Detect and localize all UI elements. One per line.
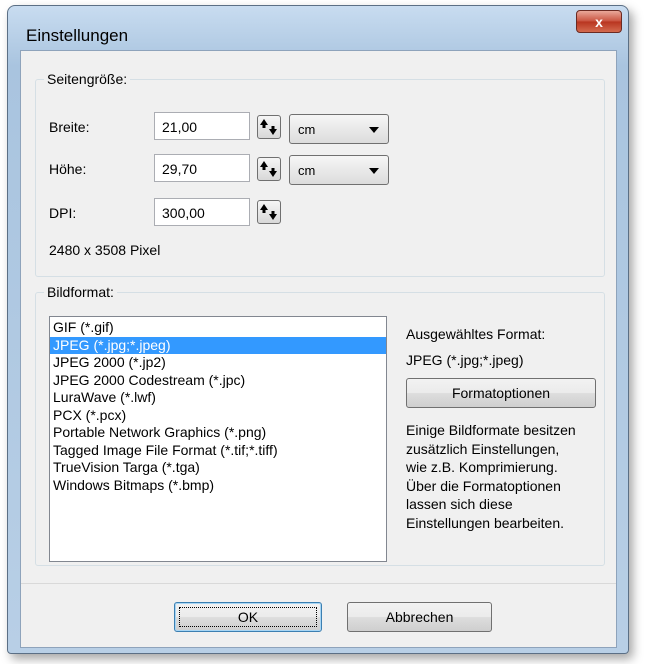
format-list-item[interactable]: PCX (*.pcx) [50, 407, 386, 425]
format-list-item[interactable]: Portable Network Graphics (*.png) [50, 424, 386, 442]
format-options-label: Formatoptionen [451, 385, 551, 401]
format-list[interactable]: GIF (*.gif) JPEG (*.jpg;*.jpeg) JPEG 2000 … [49, 316, 387, 562]
height-spinner[interactable] [257, 157, 281, 181]
width-unit-value: cm [298, 122, 316, 137]
format-hint-line: Einstellungen bearbeiten. [406, 514, 565, 531]
footer-separator [21, 583, 616, 584]
focus-rect [179, 607, 317, 627]
close-button[interactable]: x [576, 10, 622, 33]
cancel-label: Abbrechen [385, 609, 454, 625]
pixel-size-info: 2480 x 3508 Pixel [49, 242, 161, 258]
width-field[interactable]: 21,00 [154, 112, 250, 140]
height-label: Höhe: [49, 161, 87, 177]
width-unit-select[interactable]: cm [289, 114, 389, 144]
window-title: Einstellungen [26, 26, 129, 45]
width-label: Breite: [49, 119, 90, 135]
title-bar[interactable]: Einstellungen x [8, 6, 628, 50]
format-list-item[interactable]: TrueVision Targa (*.tga) [50, 459, 386, 477]
selected-format-value: JPEG (*.jpg;*.jpeg) [406, 352, 524, 368]
height-field[interactable]: 29,70 [154, 154, 250, 182]
ok-button[interactable]: OK [174, 602, 322, 632]
width-spinner[interactable] [257, 115, 281, 139]
format-list-item[interactable]: JPEG 2000 Codestream (*.jpc) [50, 372, 386, 390]
selected-format-label: Ausgewähltes Format: [406, 326, 546, 342]
dialog-body: Seitengröße: Breite: 21,00 cm Höhe: 29,7… [20, 50, 617, 648]
format-list-item[interactable]: Windows Bitmaps (*.bmp) [50, 477, 386, 495]
settings-dialog: Einstellungen x Seitengröße: Breite: 21,… [7, 5, 629, 654]
chevron-down-icon [369, 168, 379, 174]
dpi-label: DPI: [49, 205, 77, 221]
dpi-spinner[interactable] [257, 200, 281, 224]
format-hint-line: zusätzlich Einstellungen, [406, 440, 560, 457]
format-hint: Einige Bildformate besitzen zusätzlich Ei… [406, 421, 606, 532]
dpi-field[interactable]: 300,00 [154, 198, 250, 226]
image-format-group-label: Bildformat: [44, 284, 117, 300]
format-hint-line: Einige Bildformate besitzen [406, 422, 576, 438]
height-unit-value: cm [298, 163, 316, 178]
format-hint-line: lassen sich diese [406, 496, 513, 512]
page-size-group-label: Seitengröße: [44, 71, 131, 87]
format-list-item[interactable]: LuraWave (*.lwf) [50, 389, 386, 407]
spinner-arrows-icon [260, 161, 277, 177]
chevron-down-icon [369, 127, 379, 133]
format-list-item[interactable]: GIF (*.gif) [50, 319, 386, 337]
spinner-arrows-icon [260, 204, 277, 220]
format-hint-line: Über die Formatoptionen [406, 477, 561, 494]
format-list-item[interactable]: JPEG 2000 (*.jp2) [50, 354, 386, 372]
cancel-button[interactable]: Abbrechen [347, 602, 492, 632]
format-options-button[interactable]: Formatoptionen [406, 378, 596, 408]
format-hint-line: wie z.B. Komprimierung. [406, 459, 558, 475]
height-unit-select[interactable]: cm [289, 155, 389, 185]
format-list-item[interactable]: JPEG (*.jpg;*.jpeg) [50, 336, 386, 354]
spinner-arrows-icon [260, 119, 277, 135]
close-icon: x [595, 13, 603, 30]
format-list-item[interactable]: Tagged Image File Format (*.tif;*.tiff) [50, 442, 386, 460]
